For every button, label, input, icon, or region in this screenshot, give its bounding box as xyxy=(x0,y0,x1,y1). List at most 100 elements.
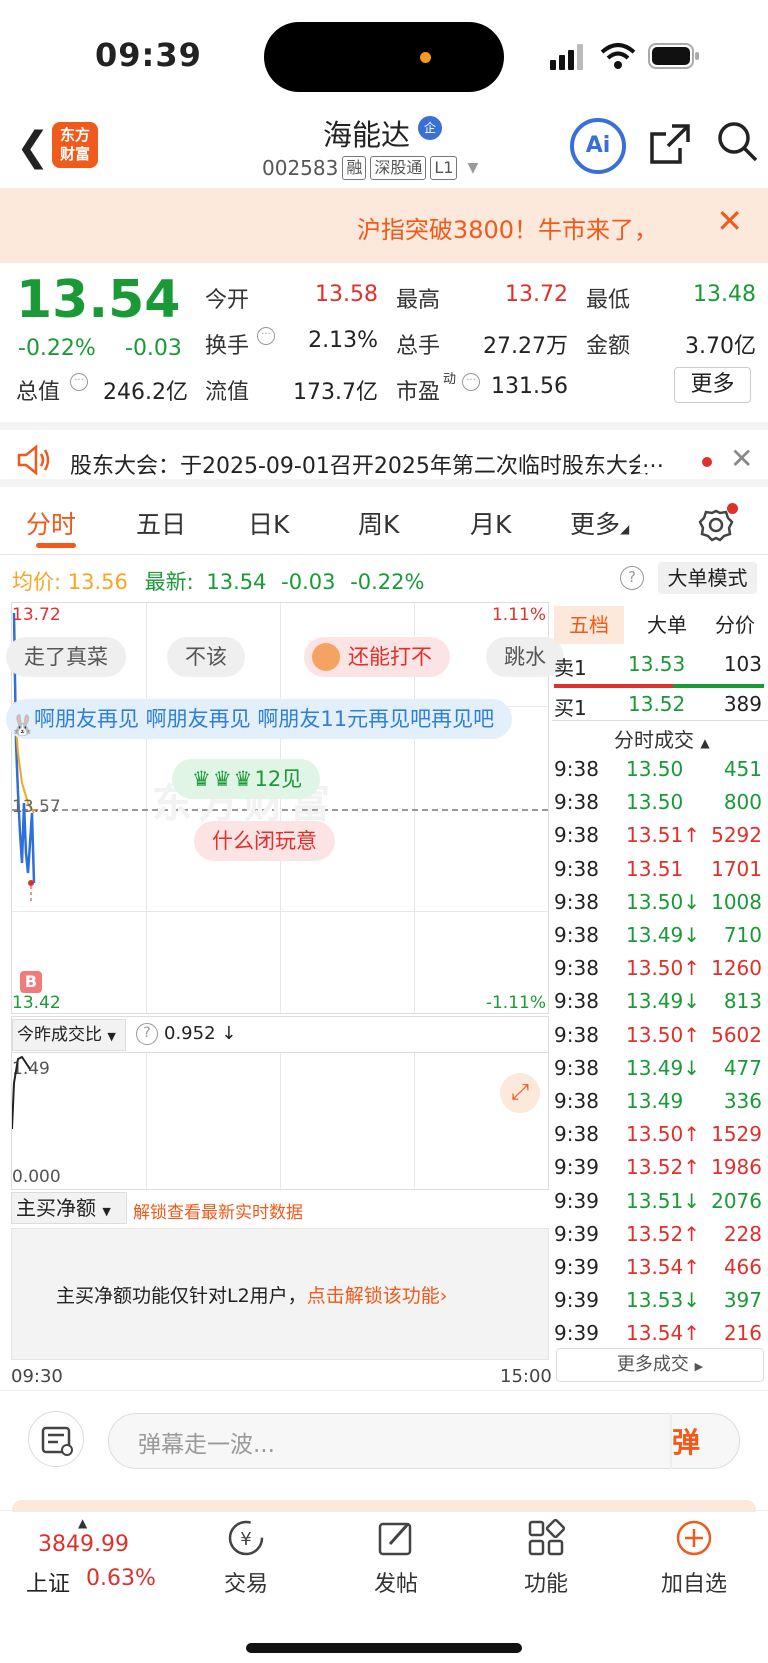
tick-time: 9:39 xyxy=(554,1155,599,1180)
pe-label: 市盈 xyxy=(396,380,441,405)
tab-daily-k[interactable]: 日K xyxy=(248,505,289,541)
tab-big-order[interactable]: 大单 xyxy=(632,606,702,644)
unlock-hint[interactable]: 解锁查看最新实时数据 xyxy=(133,1198,303,1223)
help-icon[interactable]: ? xyxy=(136,1023,158,1045)
last-pct: -0.22% xyxy=(350,570,425,594)
comment-list-icon[interactable] xyxy=(28,1411,84,1467)
tick-row: 9:39 13.51↓ 2076 xyxy=(554,1186,766,1219)
wifi-icon xyxy=(600,43,636,69)
rabbit-icon: 🐰 xyxy=(10,713,35,737)
avg-value: 13.56 xyxy=(67,570,128,594)
tick-row: 9:38 13.50 800 xyxy=(554,787,766,820)
tab-more[interactable]: 更多◢ xyxy=(570,505,629,541)
info-icon[interactable]: ··· xyxy=(70,373,88,391)
tick-price: 13.49↓ xyxy=(626,923,701,947)
volume-ratio-select[interactable]: 今昨成交比 ▼ xyxy=(12,1019,126,1051)
tick-price: 13.49↓ xyxy=(626,989,701,1014)
tick-volume: 2076 xyxy=(711,1188,762,1213)
change-percent: -0.22% xyxy=(18,336,96,361)
volume-label: 总手 xyxy=(396,334,441,359)
tick-time: 9:38 xyxy=(554,956,599,981)
tab-five-level[interactable]: 五档 xyxy=(554,606,624,644)
close-icon[interactable]: ✕ xyxy=(716,202,743,240)
order-book-panel: 五档 大单 分价 卖1 13.53 103 买1 13.52 389 分时成交 … xyxy=(552,602,768,1382)
unread-dot xyxy=(702,457,712,467)
tick-volume: 800 xyxy=(723,790,762,815)
more-ticks-button[interactable]: 更多成交 ▶ xyxy=(556,1348,764,1382)
nav-add-watchlist[interactable]: 加自选 xyxy=(644,1518,744,1618)
y-max-label: 13.72 xyxy=(12,605,61,625)
notice-bar[interactable]: 股东大会：于2025-09-01召开2025年第二次临时股东大会 … ✕ xyxy=(0,422,768,487)
index-value[interactable]: 3849.99 xyxy=(38,1532,129,1557)
nav-trade[interactable]: ¥ 交易 xyxy=(196,1518,296,1618)
danmu-comment[interactable]: 什么闭玩意 xyxy=(194,821,335,861)
search-icon[interactable] xyxy=(716,120,760,164)
expand-icon[interactable]: ⤢ xyxy=(500,1073,540,1113)
ask1-volume: 103 xyxy=(723,652,762,676)
tick-time: 9:38 xyxy=(554,790,599,815)
ai-button[interactable]: Ai xyxy=(570,118,626,174)
danmu-toggle-button[interactable]: 弹 xyxy=(672,1421,700,1461)
speaker-icon xyxy=(17,444,50,476)
danmu-comment[interactable]: 走了真菜 xyxy=(6,637,126,677)
caret-down-icon[interactable]: ▼ xyxy=(467,160,478,176)
tab-five-day[interactable]: 五日 xyxy=(136,505,186,541)
tick-volume: 477 xyxy=(723,1055,762,1080)
add-circle-icon xyxy=(676,1520,712,1556)
tick-time: 9:38 xyxy=(554,1022,599,1047)
tick-volume: 1529 xyxy=(711,1122,762,1147)
danmu-comment[interactable]: 还能打不 xyxy=(304,637,450,677)
intraday-chart[interactable]: 东方财富 B 13.72 13.42 1.11% -1.11% 13.57 走了… xyxy=(6,602,564,1014)
low-label: 最低 xyxy=(586,288,631,313)
notice-text: 股东大会：于2025-09-01召开2025年第二次临时股东大会 xyxy=(70,454,650,479)
ellipsis: … xyxy=(640,448,664,473)
avatar xyxy=(312,643,340,671)
tick-price: 13.52↑ xyxy=(626,1221,701,1246)
tick-volume: 1260 xyxy=(711,956,762,981)
caret-up-icon: ▲ xyxy=(78,1516,88,1530)
tab-intraday[interactable]: 分时 xyxy=(26,505,76,541)
crown-icon: ♛♛♛ xyxy=(192,767,255,791)
share-icon[interactable] xyxy=(648,122,692,166)
unlock-link[interactable]: 点击解锁该功能 xyxy=(307,1285,440,1307)
index-name[interactable]: 上证 xyxy=(26,1566,70,1598)
tab-weekly-k[interactable]: 周K xyxy=(358,505,399,541)
danmu-comment[interactable]: 🐰 啊朋友再见 啊朋友再见 啊朋友11元再见吧再见吧 xyxy=(6,699,513,739)
help-icon[interactable]: ? xyxy=(620,566,644,590)
index-pct[interactable]: 0.63% xyxy=(86,1566,156,1591)
avg-price-row: 均价: 13.56 最新: 13.54 -0.03 -0.22% xyxy=(12,566,424,596)
bid1-label: 买1 xyxy=(554,696,587,720)
tick-row: 9:39 13.54↑ 466 xyxy=(554,1252,766,1285)
tick-row: 9:38 13.49↓ 477 xyxy=(554,1053,766,1086)
enterprise-badge: 企 xyxy=(418,116,442,140)
tab-monthly-k[interactable]: 月K xyxy=(470,505,511,541)
comment-bar: 弹幕走一波... 弹 xyxy=(0,1390,768,1485)
eastmoney-logo[interactable]: 东方 财富 xyxy=(52,122,98,168)
nav-post[interactable]: 发帖 xyxy=(346,1518,446,1618)
promo-banner[interactable]: 沪指突破3800！牛市来了， ✕ xyxy=(0,188,768,263)
tick-time: 9:39 xyxy=(554,1221,599,1246)
pe-value: 131.56 xyxy=(491,374,568,399)
ticks-title[interactable]: 分时成交 ▲ xyxy=(614,724,710,753)
info-icon[interactable]: ··· xyxy=(462,373,480,391)
more-quote-button[interactable]: 更多 xyxy=(674,367,751,403)
danmu-comment[interactable]: 不该 xyxy=(167,637,245,677)
locked-area: 主买净额功能仅针对L2用户，点击解锁该功能› xyxy=(11,1228,549,1360)
tick-price: 13.50↑ xyxy=(626,956,701,981)
stock-name: 海能达 xyxy=(323,118,411,152)
y-max-pct: 1.11% xyxy=(491,605,546,625)
back-button[interactable]: ❮ xyxy=(16,124,50,170)
tick-price: 13.50 xyxy=(626,757,684,781)
nav-functions[interactable]: 功能 xyxy=(496,1518,596,1618)
info-icon[interactable]: ··· xyxy=(257,327,275,345)
recording-dot-icon xyxy=(420,52,431,63)
tick-price: 13.54↑ xyxy=(626,1255,701,1279)
big-order-mode-button[interactable]: 大单模式 xyxy=(658,562,757,594)
tab-price-dist[interactable]: 分价 xyxy=(700,606,768,644)
close-icon[interactable]: ✕ xyxy=(730,442,753,475)
danmu-comment[interactable]: ♛♛♛12见 xyxy=(172,759,321,799)
main-buy-select[interactable]: 主买净额 ▼ xyxy=(11,1192,127,1224)
battery-icon xyxy=(648,43,699,69)
high-value: 13.72 xyxy=(505,282,568,307)
tick-row: 9:38 13.50↑ 1529 xyxy=(554,1119,766,1152)
